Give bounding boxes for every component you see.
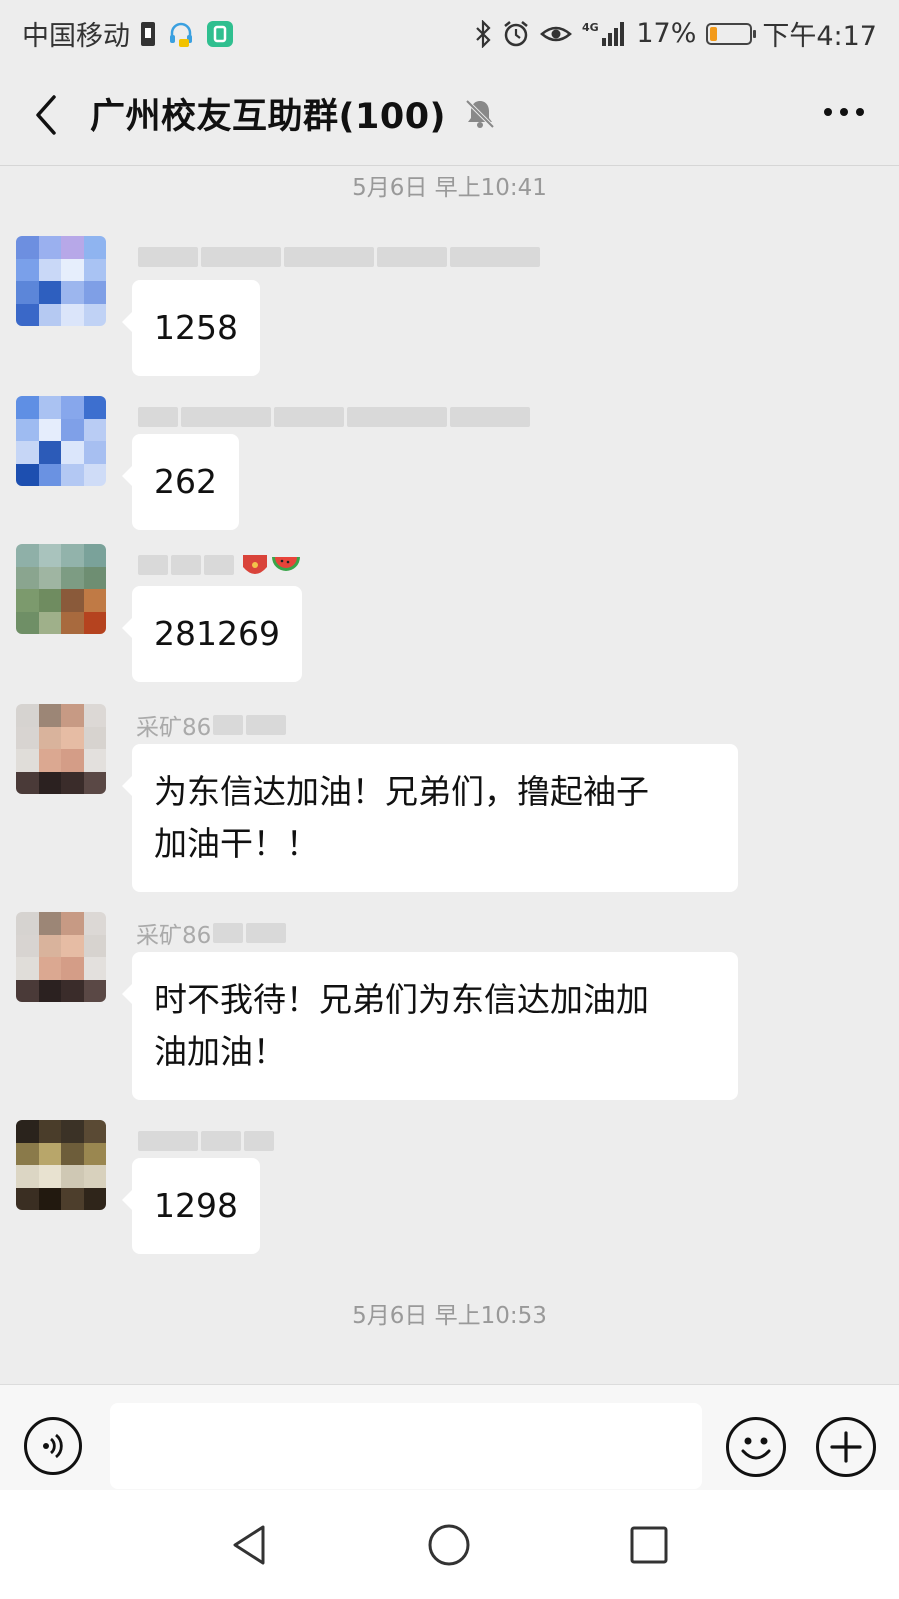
smiley-icon [741, 1437, 771, 1460]
blurred-name [138, 247, 540, 267]
chat-header: 广州校友互助群(100) [0, 62, 899, 166]
message-bubble[interactable]: 时不我待！兄弟们为东信达加油加 油加油！ [122, 952, 738, 1100]
headset-notification-icon [166, 19, 196, 49]
triangle-back-icon [233, 1525, 265, 1565]
chat-title: 广州校友互助群(100) [90, 97, 447, 137]
message-text: 时不我待！兄弟们为东信达加油加 油加油！ [154, 980, 649, 1071]
watermelon-icon [272, 557, 300, 571]
back-button[interactable] [26, 90, 66, 140]
sender-name [136, 548, 302, 582]
more-dots-icon [824, 108, 864, 116]
message-input[interactable] [110, 1403, 702, 1489]
chat-messages[interactable]: 5月6日 早上10:41 1258 262 281269 采矿86 为东信达加油… [0, 166, 899, 1384]
message-bubble[interactable]: 281269 [122, 586, 302, 682]
avatar[interactable] [16, 704, 106, 794]
sender-name [136, 400, 530, 434]
input-bar [0, 1384, 899, 1490]
blurred-name [213, 715, 287, 735]
bell-muted-icon [465, 99, 495, 129]
time-separator: 5月6日 早上10:53 [352, 1303, 547, 1329]
status-left: 中国移动 [22, 14, 234, 53]
avatar[interactable] [16, 236, 106, 326]
avatar[interactable] [16, 912, 106, 1002]
bluetooth-icon [474, 19, 492, 48]
chevron-left-icon [36, 95, 56, 135]
battery-percent: 17% [636, 18, 697, 49]
system-nav-bar [0, 1490, 899, 1599]
blurred-name [138, 1131, 274, 1151]
carrier-label: 中国移动 [22, 21, 130, 52]
voice-button[interactable] [24, 1417, 82, 1475]
status-bar: 中国移动 4G 17% 下午4:17 [0, 0, 899, 62]
clock: 下午4:17 [762, 21, 877, 52]
red-envelope-icon [243, 555, 267, 574]
avatar[interactable] [16, 544, 106, 634]
eye-comfort-icon [540, 22, 573, 46]
plus-icon [830, 1431, 862, 1463]
sim-icon [140, 20, 156, 48]
avatar[interactable] [16, 1120, 106, 1210]
sender-name [136, 240, 540, 274]
app-notification-icon [206, 20, 234, 48]
network-type: 4G [582, 21, 599, 34]
status-right: 4G 17% 下午4:17 [474, 14, 877, 53]
circle-home-icon [428, 1524, 470, 1566]
voice-icon [43, 1433, 63, 1459]
message-bubble[interactable]: 为东信达加油！兄弟们，撸起袖子 加油干！！ [122, 744, 738, 892]
sender-name: 采矿86 [136, 708, 287, 742]
nav-recents-button[interactable] [624, 1520, 674, 1570]
blurred-name [138, 555, 234, 575]
battery-icon [706, 22, 757, 45]
more-button[interactable] [819, 92, 869, 132]
message-bubble[interactable]: 262 [122, 434, 239, 530]
avatar[interactable] [16, 396, 106, 486]
sender-name: 采矿86 [136, 916, 287, 950]
message-bubble[interactable]: 1258 [122, 280, 260, 376]
nav-back-button[interactable] [224, 1520, 274, 1570]
sender-name [136, 1124, 274, 1158]
emoji-button[interactable] [726, 1417, 786, 1477]
blurred-name [138, 407, 530, 427]
nav-home-button[interactable] [424, 1520, 474, 1570]
battery-level [710, 26, 717, 41]
blurred-name [213, 923, 287, 943]
signal-icon: 4G [582, 20, 626, 48]
time-separator: 5月6日 早上10:41 [352, 175, 547, 201]
alarm-icon [502, 20, 530, 48]
message-text: 为东信达加油！兄弟们，撸起袖子 加油干！！ [154, 772, 649, 863]
more-functions-button[interactable] [816, 1417, 876, 1477]
square-recents-icon [630, 1526, 668, 1564]
message-bubble[interactable]: 1298 [122, 1158, 260, 1254]
